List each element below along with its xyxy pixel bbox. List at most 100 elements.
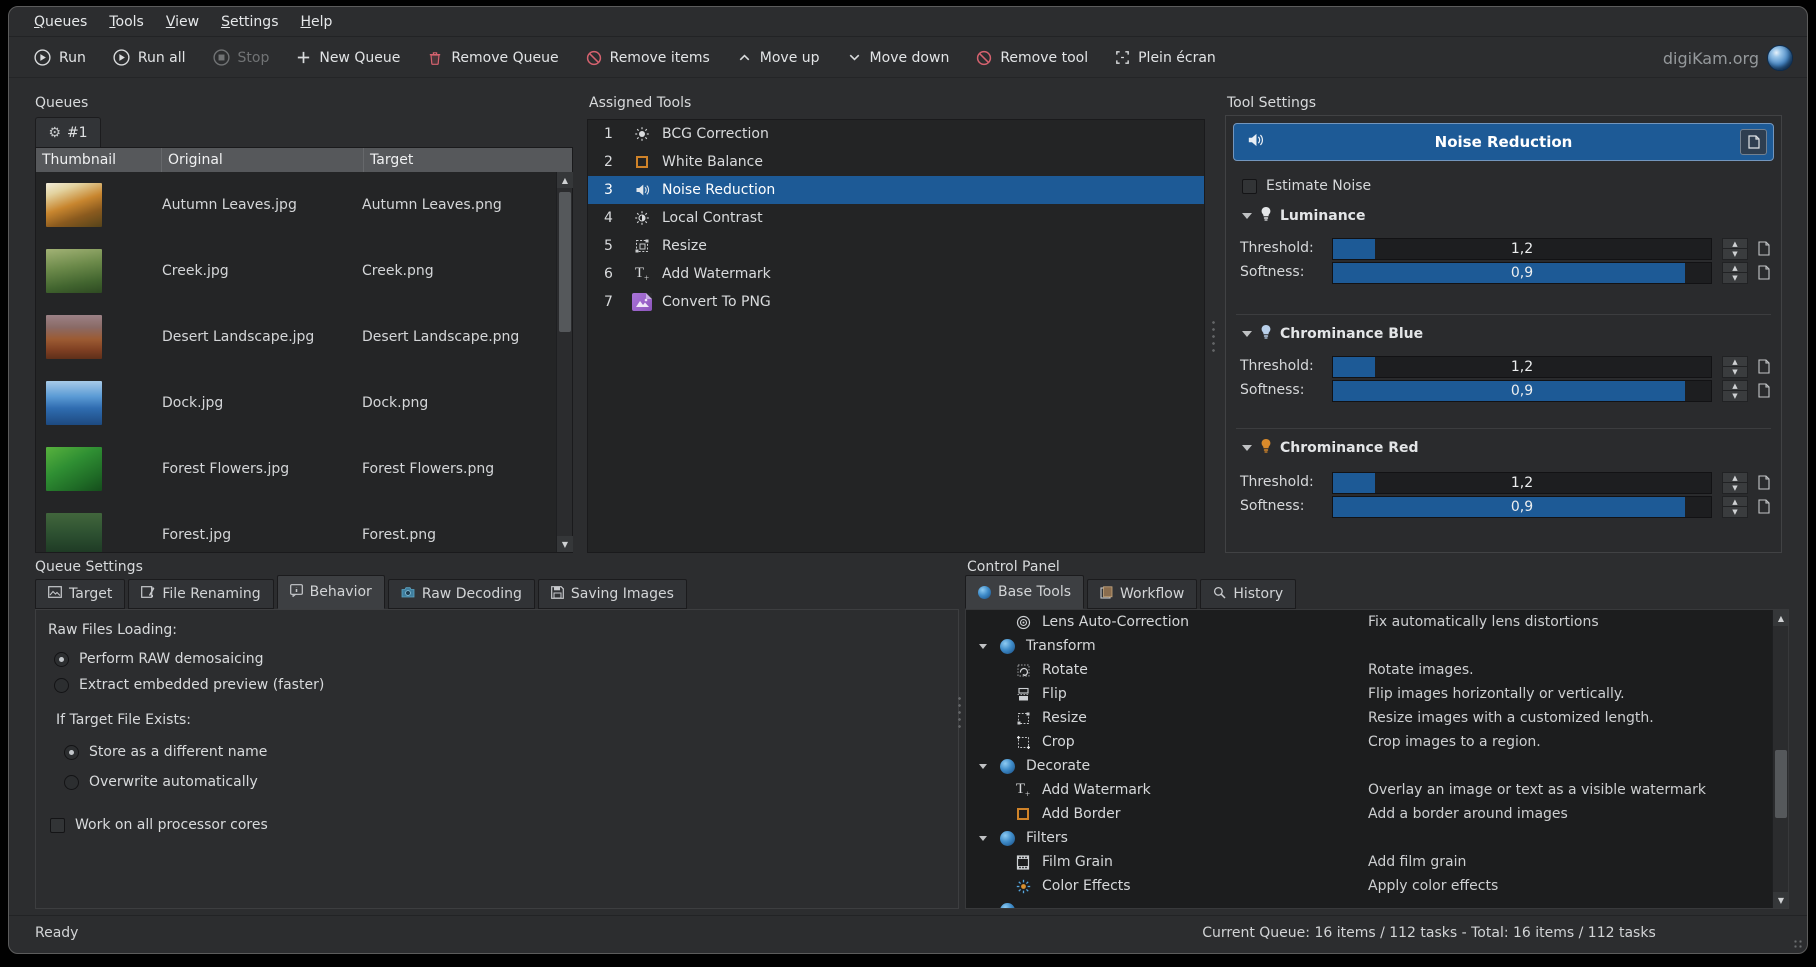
- run-all-button[interactable]: Run all: [104, 43, 194, 72]
- tab-raw-decoding[interactable]: Raw Decoding: [388, 579, 535, 609]
- spin-buttons[interactable]: ▲▼: [1722, 496, 1748, 518]
- queue-row[interactable]: Autumn Leaves.jpg Autumn Leaves.png: [36, 172, 556, 238]
- splitter-handle[interactable]: [1212, 319, 1215, 353]
- control-panel-tabs: Base Tools Workflow History: [965, 575, 1299, 609]
- expander-icon[interactable]: [979, 644, 987, 649]
- spin-buttons[interactable]: ▲▼: [1722, 238, 1748, 260]
- remove-tool-button[interactable]: Remove tool: [967, 44, 1096, 72]
- tree-scrollbar[interactable]: ▲ ▼: [1772, 610, 1788, 908]
- section-chrominance-red[interactable]: Chrominance Red: [1242, 438, 1419, 458]
- tool-row-bcg-correction[interactable]: 1 BCG Correction: [588, 120, 1204, 148]
- spin-buttons[interactable]: ▲▼: [1722, 472, 1748, 494]
- expander-icon[interactable]: [979, 836, 987, 841]
- resize-grip[interactable]: [1793, 939, 1803, 949]
- tree-group-filters[interactable]: Filters: [966, 826, 1788, 850]
- tree-group-decorate[interactable]: Decorate: [966, 754, 1788, 778]
- tab-workflow[interactable]: Workflow: [1087, 579, 1197, 609]
- tool-row-add-watermark[interactable]: 6 T+ Add Watermark: [588, 260, 1204, 288]
- tree-row-add-watermark[interactable]: T+ Add Watermark Overlay an image or tex…: [966, 778, 1788, 802]
- tool-row-convert-to-png[interactable]: 7 Convert To PNG: [588, 288, 1204, 316]
- radio-extract-embedded-preview[interactable]: Extract embedded preview (faster): [54, 677, 324, 693]
- scroll-up-icon[interactable]: ▲: [1773, 610, 1789, 626]
- column-original[interactable]: Original: [162, 148, 364, 172]
- new-queue-button[interactable]: New Queue: [287, 44, 408, 71]
- tool-row-resize[interactable]: 5 Resize: [588, 232, 1204, 260]
- tree-row-flip[interactable]: Flip Flip images horizontally or vertica…: [966, 682, 1788, 706]
- splitter-handle[interactable]: [958, 695, 961, 729]
- checkbox-all-processor-cores[interactable]: Work on all processor cores: [50, 817, 268, 833]
- queue-row[interactable]: Forest Flowers.jpg Forest Flowers.png: [36, 436, 556, 502]
- stop-button[interactable]: Stop: [204, 43, 278, 72]
- tab-history[interactable]: History: [1200, 579, 1296, 609]
- tab-base-tools[interactable]: Base Tools: [965, 575, 1084, 609]
- queue-tab-1[interactable]: ⚙ #1: [35, 117, 101, 148]
- scrollbar-thumb[interactable]: [559, 192, 571, 332]
- move-down-button[interactable]: Move down: [838, 44, 958, 71]
- tree-row-lens-auto-correction[interactable]: Lens Auto-Correction Fix automatically l…: [966, 610, 1788, 634]
- luminance-threshold-slider[interactable]: Threshold: 1,2 ▲▼: [1226, 238, 1781, 260]
- radio-store-different-name[interactable]: Store as a different name: [64, 744, 267, 760]
- tool-help-button[interactable]: [1740, 129, 1767, 155]
- scrollbar-thumb[interactable]: [1775, 750, 1787, 818]
- rename-icon: [141, 586, 155, 602]
- column-target[interactable]: Target: [364, 148, 572, 172]
- tab-target[interactable]: Target: [35, 579, 125, 609]
- reset-icon[interactable]: [1758, 499, 1770, 518]
- menu-help[interactable]: Help: [292, 10, 342, 34]
- menu-view[interactable]: View: [157, 10, 208, 34]
- run-button[interactable]: Run: [25, 43, 94, 72]
- tree-row-rotate[interactable]: Rotate Rotate images.: [966, 658, 1788, 682]
- radio-overwrite-automatically[interactable]: Overwrite automatically: [64, 774, 258, 790]
- tab-saving-images[interactable]: Saving Images: [538, 579, 687, 609]
- section-chrominance-blue[interactable]: Chrominance Blue: [1242, 324, 1423, 344]
- queue-row[interactable]: Dock.jpg Dock.png: [36, 370, 556, 436]
- estimate-noise-checkbox[interactable]: Estimate Noise: [1242, 178, 1371, 194]
- queue-table-scrollbar[interactable]: ▲ ▼: [556, 172, 572, 552]
- queue-row[interactable]: Desert Landscape.jpg Desert Landscape.pn…: [36, 304, 556, 370]
- reset-icon[interactable]: [1758, 383, 1770, 402]
- tree-row-film-grain[interactable]: Film Grain Add film grain: [966, 850, 1788, 874]
- queue-table-body: Autumn Leaves.jpg Autumn Leaves.png Cree…: [36, 172, 556, 552]
- tree-group-transform[interactable]: Transform: [966, 634, 1788, 658]
- chevron-up-icon: [736, 49, 753, 66]
- menu-settings[interactable]: Settings: [212, 10, 287, 34]
- speaker-icon: [1246, 131, 1264, 153]
- reset-icon[interactable]: [1758, 241, 1770, 260]
- scroll-down-icon[interactable]: ▼: [1773, 892, 1789, 908]
- tree-row-resize[interactable]: Resize Resize images with a customized l…: [966, 706, 1788, 730]
- reset-icon[interactable]: [1758, 265, 1770, 284]
- chroma-red-softness-slider[interactable]: Softness: 0,9 ▲▼: [1226, 496, 1781, 518]
- queue-row[interactable]: Creek.jpg Creek.png: [36, 238, 556, 304]
- reset-icon[interactable]: [1758, 359, 1770, 378]
- luminance-softness-slider[interactable]: Softness: 0,9 ▲▼: [1226, 262, 1781, 284]
- reset-icon[interactable]: [1758, 475, 1770, 494]
- spin-buttons[interactable]: ▲▼: [1722, 356, 1748, 378]
- chroma-blue-softness-slider[interactable]: Softness: 0,9 ▲▼: [1226, 380, 1781, 402]
- menu-tools[interactable]: Tools: [100, 10, 153, 34]
- chroma-blue-threshold-slider[interactable]: Threshold: 1,2 ▲▼: [1226, 356, 1781, 378]
- chroma-red-threshold-slider[interactable]: Threshold: 1,2 ▲▼: [1226, 472, 1781, 494]
- collapse-arrow-icon: [1242, 445, 1252, 451]
- tree-row-add-border[interactable]: Add Border Add a border around images: [966, 802, 1788, 826]
- spin-buttons[interactable]: ▲▼: [1722, 262, 1748, 284]
- tool-row-local-contrast[interactable]: 4 Local Contrast: [588, 204, 1204, 232]
- tree-row-crop[interactable]: Crop Crop images to a region.: [966, 730, 1788, 754]
- move-up-button[interactable]: Move up: [728, 44, 828, 71]
- radio-perform-raw-demosaicing[interactable]: Perform RAW demosaicing: [54, 651, 263, 667]
- column-thumbnail[interactable]: Thumbnail: [36, 148, 162, 172]
- fullscreen-button[interactable]: Plein écran: [1106, 44, 1224, 71]
- tree-row-color-effects[interactable]: Color Effects Apply color effects: [966, 874, 1788, 898]
- tab-file-renaming[interactable]: File Renaming: [128, 579, 273, 609]
- spin-buttons[interactable]: ▲▼: [1722, 380, 1748, 402]
- queue-row[interactable]: Forest.jpg Forest.png: [36, 502, 556, 552]
- tool-row-noise-reduction[interactable]: 3 Noise Reduction: [588, 176, 1204, 204]
- remove-queue-button[interactable]: Remove Queue: [418, 44, 566, 72]
- tab-behavior[interactable]: Behavior: [277, 575, 385, 609]
- scroll-up-icon[interactable]: ▲: [557, 172, 573, 188]
- expander-icon[interactable]: [979, 764, 987, 769]
- tool-row-white-balance[interactable]: 2 White Balance: [588, 148, 1204, 176]
- scroll-down-icon[interactable]: ▼: [557, 536, 573, 552]
- remove-items-button[interactable]: Remove items: [577, 44, 718, 72]
- section-luminance[interactable]: Luminance: [1242, 206, 1365, 226]
- menu-queues[interactable]: Queues: [25, 10, 96, 34]
